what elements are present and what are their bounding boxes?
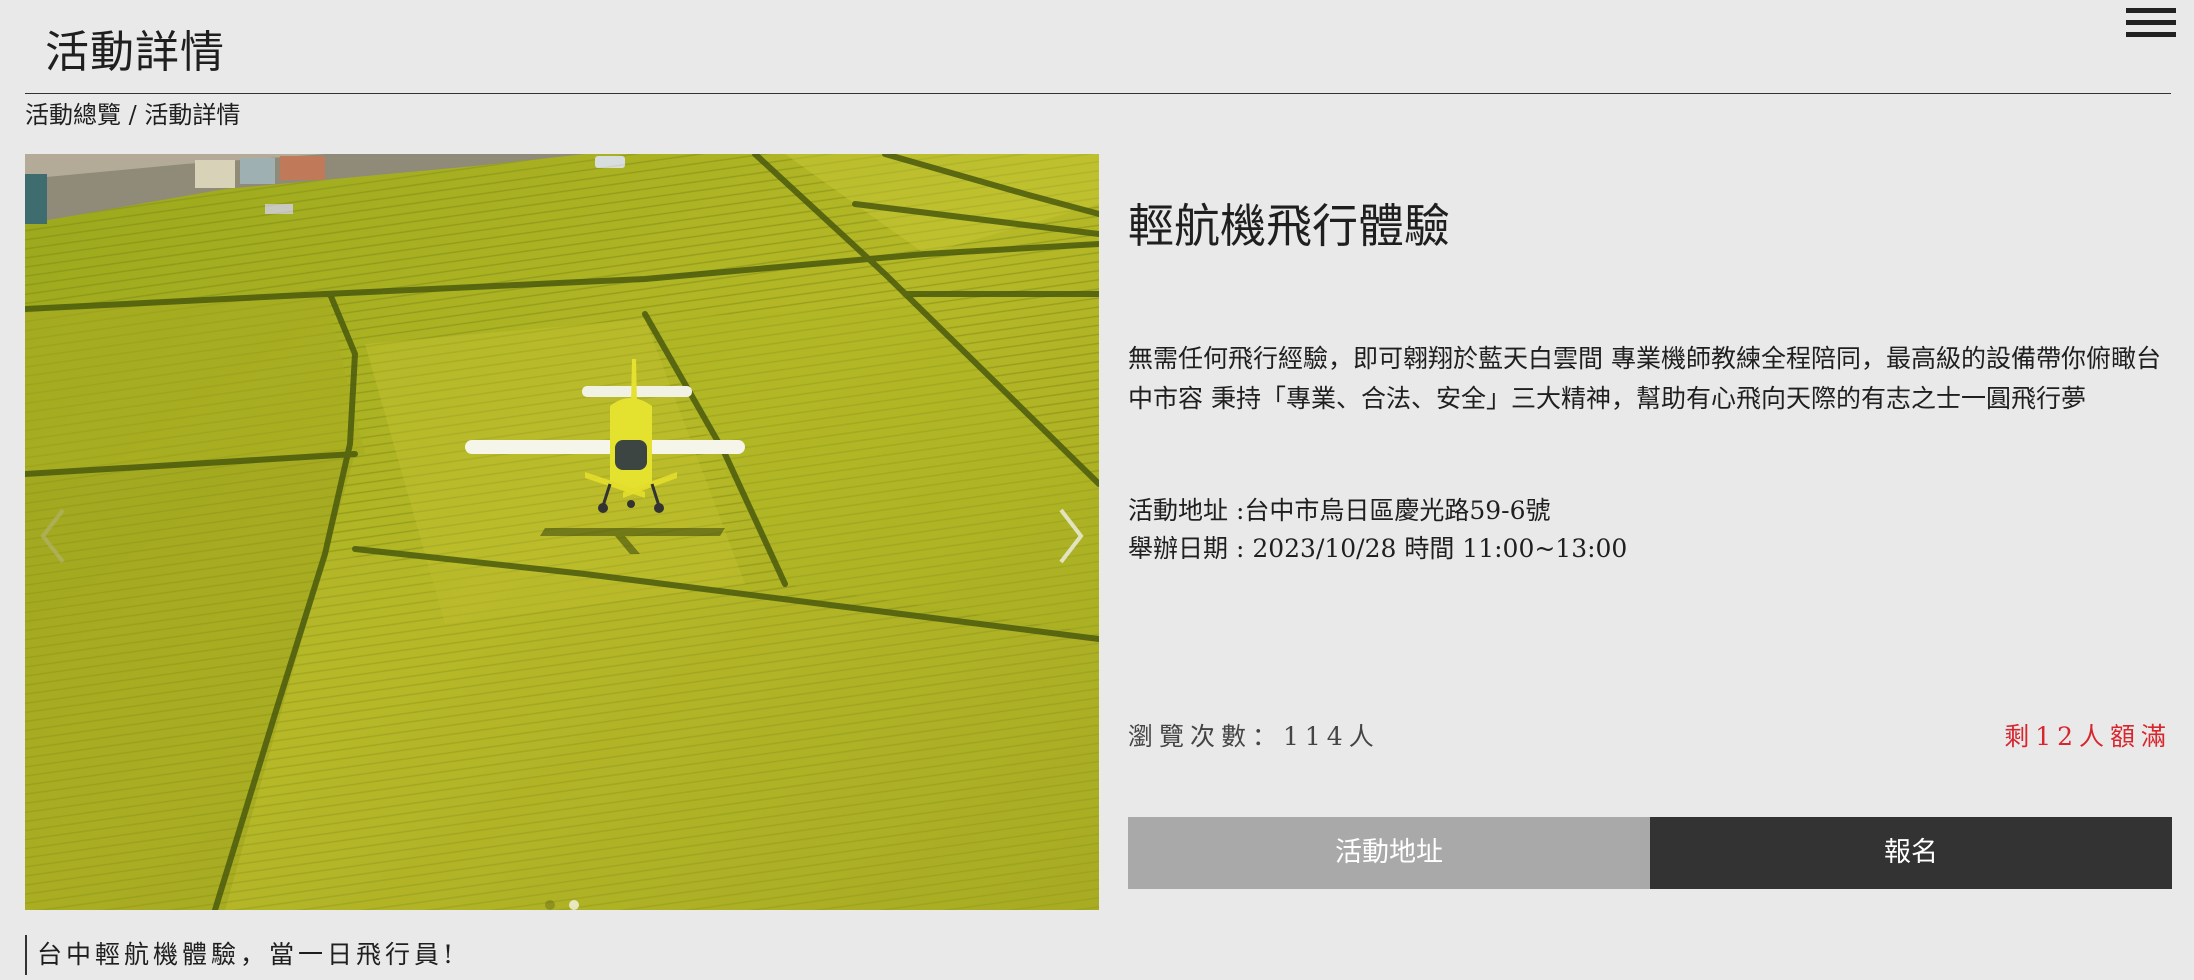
event-address-button[interactable]: 活動地址 (1128, 817, 1650, 889)
signup-button[interactable]: 報名 (1650, 817, 2172, 889)
header-divider (25, 93, 2171, 94)
event-description: 無需任何飛行經驗，即可翱翔於藍天白雲間 專業機師教練全程陪同，最高級的設備帶你俯… (1128, 344, 2161, 413)
event-info: 活動地址 :台中市烏日區慶光路59-6號 舉辦日期 : 2023/10/28 時… (1128, 492, 1627, 568)
event-address: 活動地址 :台中市烏日區慶光路59-6號 (1128, 496, 1551, 525)
event-date: 舉辦日期 : 2023/10/28 時間 11:00~13:00 (1128, 534, 1628, 563)
breadcrumb-separator: / (121, 101, 145, 129)
breadcrumb-current: 活動詳情 (144, 101, 241, 129)
event-subtitle: 台中輕航機體驗，當一日飛行員! (25, 935, 457, 975)
carousel-next-icon[interactable] (1051, 504, 1091, 568)
menu-line-icon (2126, 20, 2176, 25)
carousel-dot-active[interactable] (569, 900, 579, 910)
carousel-dot[interactable] (545, 900, 555, 910)
image-carousel[interactable] (25, 154, 1099, 910)
breadcrumb: 活動總覽 / 活動詳情 (25, 97, 240, 133)
event-title: 輕航機飛行體驗 (1128, 199, 1450, 254)
carousel-pagination (545, 900, 579, 910)
remaining-quota: 剩12人額滿 (2004, 722, 2172, 751)
carousel-prev-icon[interactable] (33, 504, 73, 568)
hamburger-menu-icon[interactable] (2126, 8, 2176, 38)
breadcrumb-link-overview[interactable]: 活動總覽 (25, 101, 121, 129)
carousel-image (25, 154, 1099, 910)
view-count: 瀏覽次數：114人 (1128, 722, 1380, 751)
page-title: 活動詳情 (45, 27, 225, 79)
menu-line-icon (2126, 32, 2176, 37)
menu-line-icon (2126, 8, 2176, 13)
